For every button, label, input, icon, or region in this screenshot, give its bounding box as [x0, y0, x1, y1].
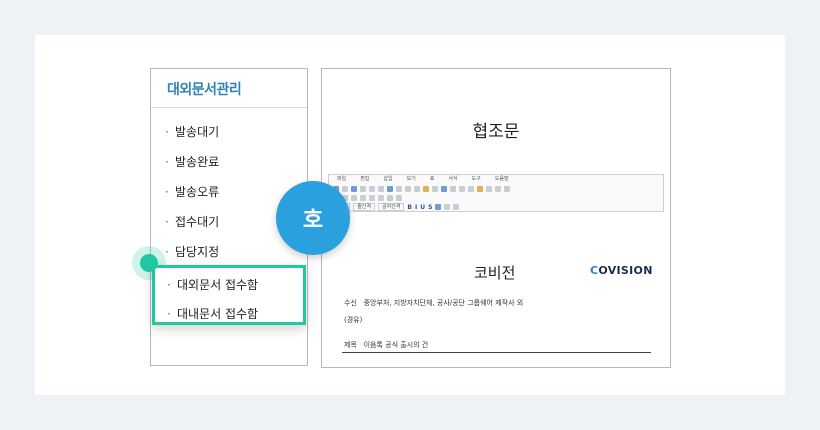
menu-format[interactable]: 서식: [448, 175, 457, 183]
zoom-icon[interactable]: [486, 186, 492, 192]
undo-icon[interactable]: [405, 186, 411, 192]
bullet-icon: ·: [165, 155, 169, 169]
sidebar-item-label: 발송대기: [175, 125, 220, 139]
sidebar-item-receive-waiting[interactable]: · 접수대기: [165, 213, 219, 230]
sidebar-item-send-error[interactable]: · 발송오류: [165, 183, 219, 200]
org-name: 코비전: [474, 264, 516, 282]
spellcheck-icon[interactable]: [477, 186, 483, 192]
bullet-icon: ·: [167, 278, 171, 292]
covision-logo: COVISION: [590, 264, 653, 277]
sidebar-item-internal-inbox[interactable]: · 대내문서 접수함: [167, 305, 258, 322]
paste-icon[interactable]: [396, 186, 402, 192]
highlighted-menu-box: · 대외문서 접수함 · 대내문서 접수함: [152, 265, 306, 325]
menu-help[interactable]: 도움말: [495, 175, 509, 183]
sidebar-item-external-inbox[interactable]: · 대외문서 접수함: [167, 276, 258, 293]
bullet-icon: ·: [165, 245, 169, 259]
menu-edit[interactable]: 편집: [360, 175, 369, 183]
underline-button[interactable]: U: [420, 204, 425, 211]
font-color-icon[interactable]: [435, 204, 442, 210]
sidebar-item-label: 대외문서 접수함: [177, 278, 259, 292]
sidebar-item-send-waiting[interactable]: · 발송대기: [165, 123, 219, 140]
chart-icon[interactable]: [450, 186, 456, 192]
menu-view[interactable]: 보기: [407, 175, 416, 183]
sidebar-item-label: 대내문서 접수함: [177, 307, 259, 321]
cursor-pointer-dot: [140, 254, 158, 272]
via-label: (경유): [344, 316, 363, 324]
sidebar-item-label: 발송완료: [175, 155, 220, 169]
menu-insert[interactable]: 삽입: [383, 175, 392, 183]
editor-toolbar: 파일 편집 삽입 보기 표 서식 도구 도움말 줄간격 글자간격 B I U S: [328, 174, 664, 212]
bullet-icon: ·: [167, 307, 171, 321]
document-number-badge: 호: [276, 181, 350, 255]
align-justify-icon[interactable]: [360, 195, 366, 201]
bullet-icon: ·: [165, 215, 169, 229]
recipient-value: 중앙부처, 지방자치단체, 공사/공단 그룹웨어 제작사 외: [363, 299, 524, 307]
sidebar-item-send-complete[interactable]: · 발송완료: [165, 153, 219, 170]
table-icon[interactable]: [441, 186, 447, 192]
outdent-icon[interactable]: [378, 195, 384, 201]
document-title: 협조문: [472, 122, 520, 142]
recipient-label: 수신: [344, 299, 357, 307]
sidebar-item-label: 담당지정: [175, 245, 220, 259]
sidebar-divider: [151, 107, 307, 108]
logo-text: OVISION: [598, 264, 653, 277]
subject-row: 제목 이음톡 공식 출시의 건: [344, 340, 428, 350]
settings-icon[interactable]: [495, 186, 501, 192]
indent-icon[interactable]: [369, 195, 375, 201]
strikethrough-button[interactable]: S: [428, 204, 432, 211]
char-spacing-select[interactable]: 글자간격: [378, 203, 405, 211]
line-spacing-select[interactable]: 줄간격: [353, 203, 376, 211]
copy-icon[interactable]: [387, 186, 393, 192]
sidebar-title: 대외문서관리: [167, 82, 242, 98]
menu-tools[interactable]: 도구: [472, 175, 481, 183]
print-icon[interactable]: [360, 186, 366, 192]
subject-label: 제목: [344, 341, 357, 349]
clear-format-icon[interactable]: [453, 204, 460, 210]
bullet-list-icon[interactable]: [387, 195, 393, 201]
sidebar-item-label: 접수대기: [175, 215, 220, 229]
special-char-icon[interactable]: [459, 186, 465, 192]
editor-menubar: 파일 편집 삽입 보기 표 서식 도구 도움말: [329, 175, 663, 183]
bold-button[interactable]: B: [407, 204, 412, 211]
link-icon[interactable]: [423, 186, 429, 192]
fullscreen-icon[interactable]: [504, 186, 510, 192]
bullet-icon: ·: [165, 125, 169, 139]
open-icon[interactable]: [342, 186, 348, 192]
image-icon[interactable]: [432, 186, 438, 192]
redo-icon[interactable]: [414, 186, 420, 192]
align-right-icon[interactable]: [351, 195, 357, 201]
find-icon[interactable]: [468, 186, 474, 192]
document-preview: 협조문 파일 편집 삽입 보기 표 서식 도구 도움말 줄간격 글자간격 B I…: [321, 68, 671, 368]
recipient-row: 수신 중앙부처, 지방자치단체, 공사/공단 그룹웨어 제작사 외: [344, 298, 523, 308]
cut-icon[interactable]: [378, 186, 384, 192]
toolbar-row-1: [333, 185, 510, 193]
subject-underline: [342, 352, 651, 353]
preview-icon[interactable]: [369, 186, 375, 192]
highlight-icon[interactable]: [444, 204, 451, 210]
italic-button[interactable]: I: [415, 204, 417, 211]
sidebar-item-label: 발송오류: [175, 185, 220, 199]
sidebar-item-assign[interactable]: · 담당지정: [165, 243, 219, 260]
toolbar-row-3: 기본 줄간격 글자간격 B I U S: [333, 203, 460, 211]
menu-table[interactable]: 표: [430, 175, 435, 183]
bullet-icon: ·: [165, 185, 169, 199]
number-list-icon[interactable]: [396, 195, 402, 201]
save-icon[interactable]: [351, 186, 357, 192]
subject-value: 이음톡 공식 출시의 건: [363, 341, 429, 349]
menu-file[interactable]: 파일: [337, 175, 346, 183]
